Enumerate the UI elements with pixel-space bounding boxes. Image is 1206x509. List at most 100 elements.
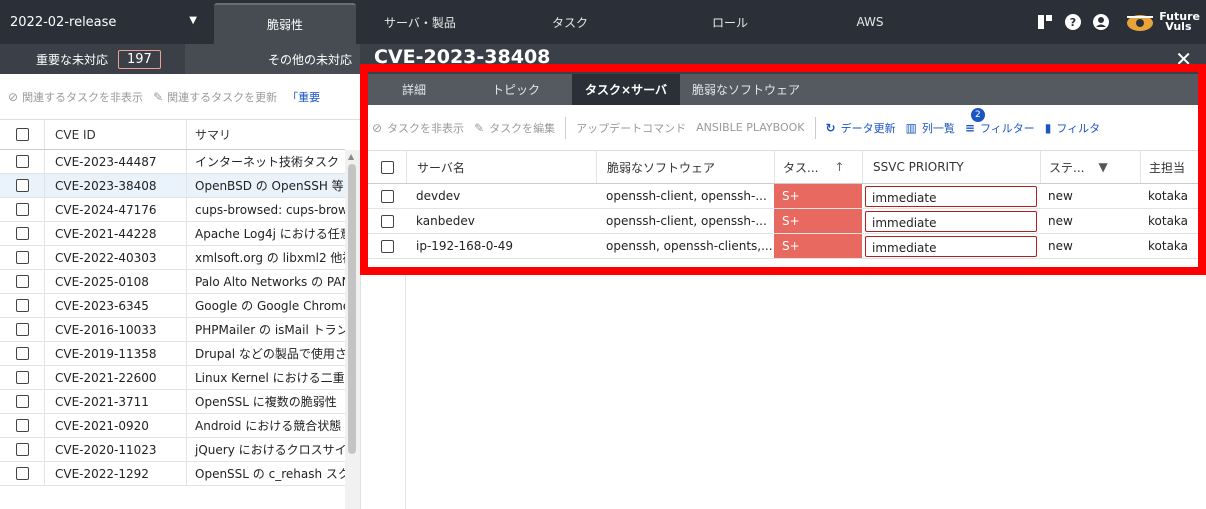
row-checkbox[interactable]	[15, 179, 29, 192]
row-checkbox[interactable]	[15, 371, 29, 384]
ssvc-priority-field[interactable]: immediate	[865, 185, 1037, 207]
column-header-server[interactable]: サーバ名	[406, 151, 596, 183]
row-checkbox[interactable]	[15, 395, 29, 408]
filter-button[interactable]: ≡ 2 フィルター	[965, 107, 1035, 136]
cve-id: CVE-2021-3711	[44, 390, 186, 413]
tab-details[interactable]: 詳細	[368, 74, 460, 105]
row-checkbox[interactable]	[15, 251, 29, 264]
table-row[interactable]: CVE-2021-3711 OpenSSL に複数の脆弱性	[0, 390, 345, 414]
sort-up-icon[interactable]: ↑	[834, 160, 844, 174]
row-checkbox[interactable]	[15, 323, 29, 336]
column-header-software[interactable]: 脆弱なソフトウェア	[596, 151, 774, 183]
tab-vulnerable-software[interactable]: 脆弱なソフトウェア	[680, 74, 812, 105]
task-priority: S+	[774, 184, 862, 208]
cve-id: CVE-2021-0920	[44, 414, 186, 437]
row-checkbox[interactable]	[15, 299, 29, 312]
nav-tab-aws[interactable]: AWS	[830, 0, 910, 44]
tab-other-unhandled[interactable]: その他の未対応	[185, 44, 360, 74]
release-selector[interactable]: 2022-02-release ▼	[0, 0, 213, 44]
table-row[interactable]: CVE-2020-11023 jQuery におけるクロスサイ	[0, 438, 345, 462]
table-row[interactable]: CVE-2023-6345 Google の Google Chrome	[0, 294, 345, 318]
row-checkbox[interactable]	[380, 239, 394, 253]
row-checkbox[interactable]	[380, 189, 394, 203]
saved-filter-button[interactable]: ▮ フィルタ	[1045, 120, 1100, 136]
header-label: 主担当	[1149, 160, 1186, 175]
tab-important-label: 重要な未対応	[36, 52, 109, 67]
cve-summary: Apache Log4j における任意	[186, 222, 345, 245]
cve-summary: cups-browsed: cups-brows	[186, 198, 345, 221]
cve-id: CVE-2023-6345	[44, 294, 186, 317]
server-name[interactable]: devdev	[406, 184, 596, 208]
tab-other-label: その他の未対応	[267, 52, 352, 67]
pencil-icon: ✎	[474, 120, 485, 135]
column-header-cve[interactable]: CVE ID	[44, 120, 186, 149]
row-checkbox[interactable]	[15, 155, 29, 168]
table-row[interactable]: CVE-2022-1292 OpenSSL の c_rehash スク	[0, 462, 345, 486]
row-checkbox[interactable]	[15, 419, 29, 432]
column-header-task[interactable]: タス... ↑	[774, 151, 862, 183]
table-row[interactable]: CVE-2021-22600 Linux Kernel における二重	[0, 366, 345, 390]
row-checkbox[interactable]	[15, 227, 29, 240]
important-link-label: 「重要	[287, 90, 321, 104]
table-row[interactable]: CVE-2023-44487 インターネット技術タスク	[0, 150, 345, 174]
dashboard-icon[interactable]	[1033, 10, 1057, 34]
filter-funnel-icon[interactable]: ▼	[1098, 160, 1107, 174]
tab-topics[interactable]: トピック	[460, 74, 572, 105]
hide-icon: ⊘	[8, 89, 19, 104]
nav-tab-roles[interactable]: ロール	[680, 0, 780, 44]
row-checkbox[interactable]	[15, 275, 29, 288]
row-checkbox[interactable]	[15, 467, 29, 480]
row-checkbox[interactable]	[15, 347, 29, 360]
table-row[interactable]: ip-192-168-0-49 openssh, openssh-clients…	[368, 234, 1198, 259]
nav-tab-label: 脆弱性	[266, 18, 303, 32]
table-row[interactable]: CVE-2021-44228 Apache Log4j における任意	[0, 222, 345, 246]
update-command-button[interactable]: アップデートコマンド	[576, 120, 686, 136]
table-row[interactable]: CVE-2022-40303 xmlsoft.org の libxml2 他複	[0, 246, 345, 270]
server-name[interactable]: ip-192-168-0-49	[406, 234, 596, 258]
header-label: SSVC PRIORITY	[873, 160, 964, 174]
table-row[interactable]: CVE-2024-47176 cups-browsed: cups-brows	[0, 198, 345, 222]
column-header-status[interactable]: ステ... ▼	[1040, 151, 1140, 183]
scroll-up-icon[interactable]: ▲	[348, 152, 354, 161]
refresh-data-button[interactable]: ↻ データ更新	[826, 120, 896, 136]
select-all-checkbox[interactable]	[380, 160, 394, 174]
tab-label: 脆弱なソフトウェア	[691, 83, 800, 97]
table-row[interactable]: CVE-2025-0108 Palo Alto Networks の PAN	[0, 270, 345, 294]
tab-important-unhandled[interactable]: 重要な未対応 197	[36, 44, 161, 74]
close-icon[interactable]: ✕	[1175, 47, 1192, 71]
row-checkbox[interactable]	[380, 214, 394, 228]
column-header-owner[interactable]: 主担当	[1140, 151, 1198, 183]
ssvc-priority-field[interactable]: immediate	[865, 235, 1037, 257]
important-link[interactable]: 「重要	[287, 89, 320, 105]
scrollbar-thumb[interactable]	[348, 164, 356, 454]
cve-id: CVE-2022-1292	[44, 462, 186, 485]
help-icon[interactable]: ?	[1061, 10, 1085, 34]
nav-tab-servers[interactable]: サーバ・製品	[360, 0, 480, 44]
hide-related-tasks-button[interactable]: ⊘ 関連するタスクを非表示	[8, 89, 143, 105]
ansible-playbook-button[interactable]: ANSIBLE PLAYBOOK	[696, 121, 804, 134]
tab-task-server[interactable]: タスク×サーバ	[572, 74, 680, 105]
edit-tasks-button[interactable]: ✎ タスクを編集	[474, 120, 555, 136]
row-checkbox[interactable]	[15, 443, 29, 456]
left-scrollbar[interactable]: ▲	[345, 150, 360, 509]
tab-label: トピック	[491, 83, 540, 97]
table-row[interactable]: CVE-2023-38408 OpenBSD の OpenSSH 等	[0, 174, 345, 198]
vulnerable-software: openssh-client, openssh-...	[606, 189, 767, 203]
row-checkbox[interactable]	[15, 203, 29, 216]
table-row[interactable]: kanbedev openssh-client, openssh-... S+ …	[368, 209, 1198, 234]
hide-tasks-button[interactable]: ⊘ タスクを非表示	[372, 120, 464, 136]
column-header-ssvc[interactable]: SSVC PRIORITY	[862, 151, 1040, 183]
table-row[interactable]: CVE-2016-10033 PHPMailer の isMail トラン	[0, 318, 345, 342]
column-header-summary[interactable]: サマリ	[186, 120, 345, 149]
table-row[interactable]: CVE-2021-0920 Android における競合状態	[0, 414, 345, 438]
nav-tab-tasks[interactable]: タスク	[520, 0, 620, 44]
columns-button[interactable]: ▥ 列一覧	[906, 120, 955, 136]
update-related-tasks-button[interactable]: ✎ 関連するタスクを更新	[153, 89, 277, 105]
table-row[interactable]: devdev openssh-client, openssh-... S+ im…	[368, 184, 1198, 209]
nav-tab-vulnerabilities[interactable]: 脆弱性	[214, 3, 356, 44]
ssvc-priority-field[interactable]: immediate	[865, 210, 1037, 232]
server-name[interactable]: kanbedev	[406, 209, 596, 233]
select-all-checkbox[interactable]	[15, 128, 29, 141]
table-row[interactable]: CVE-2019-11358 Drupal などの製品で使用さ	[0, 342, 345, 366]
account-icon[interactable]	[1089, 10, 1113, 34]
